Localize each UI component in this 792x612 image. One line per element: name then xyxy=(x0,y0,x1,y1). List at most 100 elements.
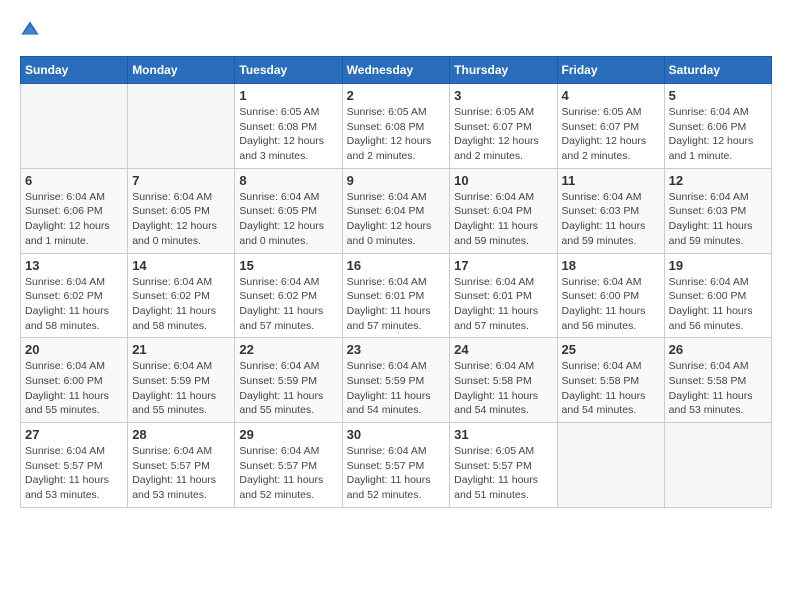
day-number: 25 xyxy=(562,342,660,357)
calendar-week-row: 20Sunrise: 6:04 AM Sunset: 6:00 PM Dayli… xyxy=(21,338,772,423)
calendar-cell: 29Sunrise: 6:04 AM Sunset: 5:57 PM Dayli… xyxy=(235,423,342,508)
day-detail: Sunrise: 6:04 AM Sunset: 6:02 PM Dayligh… xyxy=(25,275,123,334)
day-number: 2 xyxy=(347,88,446,103)
day-detail: Sunrise: 6:05 AM Sunset: 6:07 PM Dayligh… xyxy=(562,105,660,164)
column-header-tuesday: Tuesday xyxy=(235,57,342,84)
day-number: 3 xyxy=(454,88,552,103)
day-detail: Sunrise: 6:04 AM Sunset: 6:00 PM Dayligh… xyxy=(562,275,660,334)
day-detail: Sunrise: 6:04 AM Sunset: 5:59 PM Dayligh… xyxy=(239,359,337,418)
calendar-cell: 1 Sunrise: 6:05 AM Sunset: 6:08 PM Daylig… xyxy=(235,84,342,169)
day-number: 17 xyxy=(454,258,552,273)
column-header-thursday: Thursday xyxy=(450,57,557,84)
day-number: 6 xyxy=(25,173,123,188)
day-detail: Sunrise: 6:04 AM Sunset: 6:04 PM Dayligh… xyxy=(347,190,446,249)
day-number: 28 xyxy=(132,427,230,442)
day-number: 21 xyxy=(132,342,230,357)
day-number: 13 xyxy=(25,258,123,273)
calendar-cell: 11 Sunrise: 6:04 AM Sunset: 6:03 PM Dayli… xyxy=(557,168,664,253)
day-detail: Sunrise: 6:04 AM Sunset: 5:57 PM Dayligh… xyxy=(239,444,337,503)
calendar-cell: 14 Sunrise: 6:04 AM Sunset: 6:02 PM Dayli… xyxy=(128,253,235,338)
day-number: 11 xyxy=(562,173,660,188)
day-detail: Sunrise: 6:05 AM Sunset: 5:57 PM Dayligh… xyxy=(454,444,552,503)
day-detail: Sunrise: 6:05 AM Sunset: 6:08 PM Dayligh… xyxy=(239,105,337,164)
day-number: 8 xyxy=(239,173,337,188)
day-number: 7 xyxy=(132,173,230,188)
calendar-cell: 26 Sunrise: 6:04 AM Sunset: 5:58 PM Dayli… xyxy=(664,338,771,423)
calendar-cell: 8 Sunrise: 6:04 AM Sunset: 6:05 PM Daylig… xyxy=(235,168,342,253)
day-detail: Sunrise: 6:04 AM Sunset: 6:03 PM Dayligh… xyxy=(669,190,767,249)
calendar-cell: 2 Sunrise: 6:05 AM Sunset: 6:08 PM Daylig… xyxy=(342,84,450,169)
day-number: 1 xyxy=(239,88,337,103)
column-header-sunday: Sunday xyxy=(21,57,128,84)
day-detail: Sunrise: 6:05 AM Sunset: 6:08 PM Dayligh… xyxy=(347,105,446,164)
day-number: 26 xyxy=(669,342,767,357)
calendar-cell: 3 Sunrise: 6:05 AM Sunset: 6:07 PM Daylig… xyxy=(450,84,557,169)
calendar-cell: 25 Sunrise: 6:04 AM Sunset: 5:58 PM Dayli… xyxy=(557,338,664,423)
day-number: 18 xyxy=(562,258,660,273)
calendar-cell: 15Sunrise: 6:04 AM Sunset: 6:02 PM Dayli… xyxy=(235,253,342,338)
day-detail: Sunrise: 6:04 AM Sunset: 5:57 PM Dayligh… xyxy=(347,444,446,503)
day-detail: Sunrise: 6:04 AM Sunset: 6:03 PM Dayligh… xyxy=(562,190,660,249)
day-detail: Sunrise: 6:05 AM Sunset: 6:07 PM Dayligh… xyxy=(454,105,552,164)
day-detail: Sunrise: 6:04 AM Sunset: 6:02 PM Dayligh… xyxy=(132,275,230,334)
day-detail: Sunrise: 6:04 AM Sunset: 6:01 PM Dayligh… xyxy=(347,275,446,334)
calendar-cell: 18 Sunrise: 6:04 AM Sunset: 6:00 PM Dayli… xyxy=(557,253,664,338)
day-detail: Sunrise: 6:04 AM Sunset: 6:06 PM Dayligh… xyxy=(25,190,123,249)
column-header-monday: Monday xyxy=(128,57,235,84)
day-number: 12 xyxy=(669,173,767,188)
calendar-cell: 19Sunrise: 6:04 AM Sunset: 6:00 PM Dayli… xyxy=(664,253,771,338)
day-number: 15 xyxy=(239,258,337,273)
calendar-cell xyxy=(21,84,128,169)
day-detail: Sunrise: 6:04 AM Sunset: 5:58 PM Dayligh… xyxy=(454,359,552,418)
calendar-week-row: 1 Sunrise: 6:05 AM Sunset: 6:08 PM Daylig… xyxy=(21,84,772,169)
day-number: 9 xyxy=(347,173,446,188)
calendar-cell: 12 Sunrise: 6:04 AM Sunset: 6:03 PM Dayli… xyxy=(664,168,771,253)
column-header-saturday: Saturday xyxy=(664,57,771,84)
day-number: 31 xyxy=(454,427,552,442)
day-detail: Sunrise: 6:04 AM Sunset: 5:57 PM Dayligh… xyxy=(132,444,230,503)
calendar-cell: 22Sunrise: 6:04 AM Sunset: 5:59 PM Dayli… xyxy=(235,338,342,423)
day-number: 14 xyxy=(132,258,230,273)
day-number: 27 xyxy=(25,427,123,442)
calendar-cell xyxy=(128,84,235,169)
column-header-wednesday: Wednesday xyxy=(342,57,450,84)
day-detail: Sunrise: 6:04 AM Sunset: 6:04 PM Dayligh… xyxy=(454,190,552,249)
calendar-cell xyxy=(664,423,771,508)
calendar-cell: 9 Sunrise: 6:04 AM Sunset: 6:04 PM Daylig… xyxy=(342,168,450,253)
calendar-header-row: SundayMondayTuesdayWednesdayThursdayFrid… xyxy=(21,57,772,84)
day-number: 24 xyxy=(454,342,552,357)
calendar-cell: 17 Sunrise: 6:04 AM Sunset: 6:01 PM Dayli… xyxy=(450,253,557,338)
calendar-cell: 10 Sunrise: 6:04 AM Sunset: 6:04 PM Dayli… xyxy=(450,168,557,253)
day-number: 5 xyxy=(669,88,767,103)
day-detail: Sunrise: 6:04 AM Sunset: 6:05 PM Dayligh… xyxy=(132,190,230,249)
calendar-week-row: 6 Sunrise: 6:04 AM Sunset: 6:06 PM Daylig… xyxy=(21,168,772,253)
day-detail: Sunrise: 6:04 AM Sunset: 6:05 PM Dayligh… xyxy=(239,190,337,249)
calendar-cell: 20Sunrise: 6:04 AM Sunset: 6:00 PM Dayli… xyxy=(21,338,128,423)
day-number: 16 xyxy=(347,258,446,273)
logo-icon xyxy=(20,20,40,40)
calendar-cell: 5Sunrise: 6:04 AM Sunset: 6:06 PM Daylig… xyxy=(664,84,771,169)
calendar-cell: 31 Sunrise: 6:05 AM Sunset: 5:57 PM Dayli… xyxy=(450,423,557,508)
day-detail: Sunrise: 6:04 AM Sunset: 5:57 PM Dayligh… xyxy=(25,444,123,503)
calendar-cell: 16 Sunrise: 6:04 AM Sunset: 6:01 PM Dayli… xyxy=(342,253,450,338)
day-detail: Sunrise: 6:04 AM Sunset: 5:58 PM Dayligh… xyxy=(562,359,660,418)
calendar-cell: 4 Sunrise: 6:05 AM Sunset: 6:07 PM Daylig… xyxy=(557,84,664,169)
calendar-cell: 21 Sunrise: 6:04 AM Sunset: 5:59 PM Dayli… xyxy=(128,338,235,423)
calendar-table: SundayMondayTuesdayWednesdayThursdayFrid… xyxy=(20,56,772,508)
calendar-cell: 27 Sunrise: 6:04 AM Sunset: 5:57 PM Dayli… xyxy=(21,423,128,508)
header xyxy=(20,20,772,40)
calendar-cell: 6 Sunrise: 6:04 AM Sunset: 6:06 PM Daylig… xyxy=(21,168,128,253)
day-detail: Sunrise: 6:04 AM Sunset: 6:01 PM Dayligh… xyxy=(454,275,552,334)
day-number: 19 xyxy=(669,258,767,273)
day-detail: Sunrise: 6:04 AM Sunset: 5:59 PM Dayligh… xyxy=(132,359,230,418)
day-detail: Sunrise: 6:04 AM Sunset: 6:00 PM Dayligh… xyxy=(25,359,123,418)
calendar-cell: 23Sunrise: 6:04 AM Sunset: 5:59 PM Dayli… xyxy=(342,338,450,423)
calendar-cell xyxy=(557,423,664,508)
calendar-week-row: 13 Sunrise: 6:04 AM Sunset: 6:02 PM Dayli… xyxy=(21,253,772,338)
day-number: 4 xyxy=(562,88,660,103)
calendar-week-row: 27 Sunrise: 6:04 AM Sunset: 5:57 PM Dayli… xyxy=(21,423,772,508)
calendar-cell: 7 Sunrise: 6:04 AM Sunset: 6:05 PM Daylig… xyxy=(128,168,235,253)
day-number: 10 xyxy=(454,173,552,188)
day-number: 30 xyxy=(347,427,446,442)
day-detail: Sunrise: 6:04 AM Sunset: 5:58 PM Dayligh… xyxy=(669,359,767,418)
